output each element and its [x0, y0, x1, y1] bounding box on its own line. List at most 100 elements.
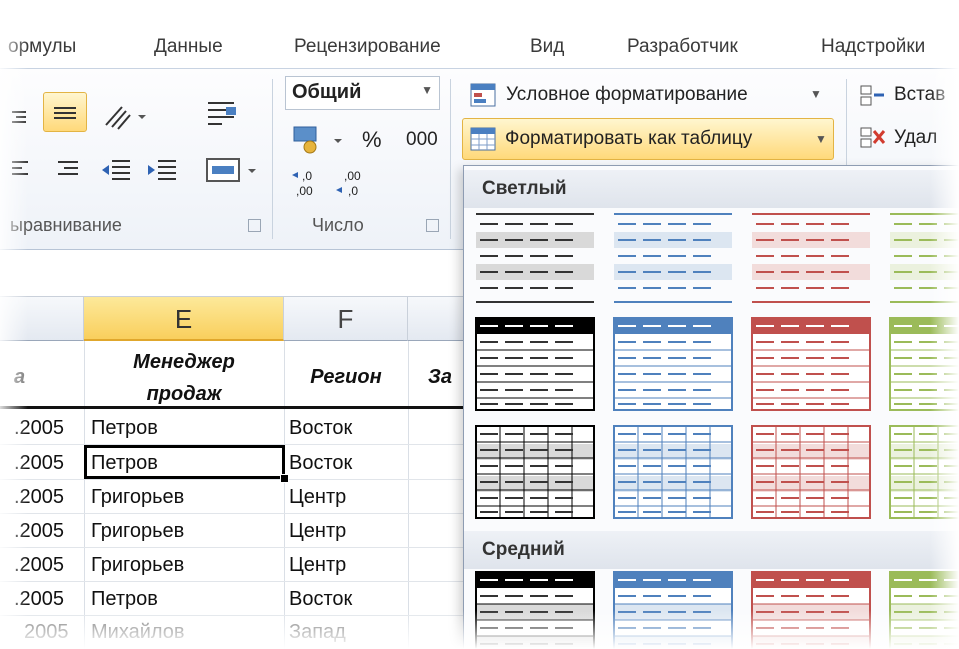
table-style-preview-icon [613, 317, 733, 411]
table-style-preview-icon [475, 317, 595, 411]
table-style-thumbnail[interactable] [612, 424, 734, 520]
date-cell[interactable]: .2005 [14, 588, 64, 611]
tab-review[interactable]: Рецензирование [294, 36, 441, 58]
region-cell[interactable]: Центр [289, 520, 346, 543]
increase-indent-icon[interactable] [146, 155, 180, 183]
tab-data[interactable]: Данные [154, 36, 223, 58]
number-format-dropdown[interactable]: Общий ▼ [285, 76, 440, 110]
format-as-table-label: Форматировать как таблицу [505, 128, 753, 149]
align-right-icon[interactable] [8, 107, 28, 129]
table-style-thumbnail[interactable] [474, 424, 596, 520]
table-style-preview-icon [475, 571, 595, 649]
alignment-group-label: ыравнивание [10, 215, 122, 235]
medium-section-header: Средний [464, 531, 959, 569]
excel-window: ормулы Данные Рецензирование Вид Разрабо… [0, 0, 959, 649]
region-cell[interactable]: Восток [289, 588, 352, 611]
text-orientation-icon[interactable] [100, 99, 150, 133]
merge-center-icon[interactable] [204, 155, 260, 185]
svg-text:,00: ,00 [344, 169, 361, 183]
alignment-launcher-icon[interactable] [248, 219, 261, 232]
light-section-header: Светлый [464, 170, 959, 208]
manager-cell[interactable]: Петров [91, 588, 158, 611]
date-cell[interactable]: .2005 [14, 486, 64, 509]
date-cell[interactable]: .2005 [14, 417, 64, 440]
align-middle-button[interactable] [43, 92, 87, 132]
grid-line [0, 513, 470, 514]
table-style-preview-icon [889, 571, 959, 649]
table-style-preview-icon [752, 213, 870, 303]
delete-cells-icon [860, 127, 886, 148]
manager-cell[interactable]: Михайлов [91, 621, 185, 644]
table-style-thumbnail[interactable] [474, 570, 596, 649]
table-style-thumbnail[interactable] [750, 210, 872, 306]
table-style-gallery: Светлый Средний [463, 165, 959, 649]
thousands-button[interactable]: 000 [406, 129, 438, 151]
column-header-e[interactable]: E [84, 297, 284, 341]
tab-formulas[interactable]: ормулы [8, 36, 76, 58]
manager-cell[interactable]: Григорьев [91, 486, 184, 509]
region-cell[interactable]: Восток [289, 452, 352, 475]
decrease-indent-icon[interactable] [100, 155, 134, 183]
date-cell[interactable]: .2005 [14, 554, 64, 577]
date-cell[interactable]: 2005 [24, 621, 69, 644]
region-cell[interactable]: Запад [289, 621, 346, 644]
align-right-text-icon[interactable] [54, 155, 82, 183]
table-style-thumbnail[interactable] [474, 316, 596, 412]
format-as-table-button[interactable]: Форматировать как таблицу ▼ [462, 118, 834, 160]
date-cell[interactable]: .2005 [14, 452, 64, 475]
region-cell[interactable]: Центр [289, 486, 346, 509]
table-style-thumbnail[interactable] [750, 424, 872, 520]
active-cell-selection[interactable] [84, 445, 285, 479]
wrap-text-icon[interactable] [204, 97, 240, 131]
table-style-thumbnail[interactable] [888, 316, 959, 412]
manager-cell[interactable]: Петров [91, 417, 158, 440]
tab-addins[interactable]: Надстройки [821, 36, 925, 58]
table-style-preview-icon [889, 317, 959, 411]
fill-handle[interactable] [280, 474, 289, 483]
conditional-formatting-button[interactable]: Условное форматирование [506, 84, 748, 106]
header-border [0, 406, 470, 409]
header-cell-d[interactable]: а [14, 366, 25, 389]
table-style-thumbnail[interactable] [888, 210, 959, 306]
currency-format-icon[interactable] [290, 123, 350, 157]
align-left-icon[interactable] [8, 155, 32, 183]
table-style-thumbnail[interactable] [750, 570, 872, 649]
table-style-thumbnail[interactable] [474, 210, 596, 306]
table-style-preview-icon [751, 571, 871, 649]
date-cell[interactable]: .2005 [14, 520, 64, 543]
tab-developer[interactable]: Разработчик [627, 36, 738, 58]
table-style-preview-icon [475, 425, 595, 519]
manager-cell[interactable]: Григорьев [91, 520, 184, 543]
column-header-d[interactable] [0, 297, 84, 341]
header-cell-g[interactable]: За [428, 366, 452, 389]
svg-text:,0: ,0 [302, 169, 312, 183]
table-style-preview-icon [614, 213, 732, 303]
table-style-thumbnail[interactable] [888, 424, 959, 520]
column-header-f[interactable]: F [284, 297, 408, 341]
manager-cell[interactable]: Григорьев [91, 554, 184, 577]
chevron-down-icon[interactable]: ▼ [810, 87, 822, 101]
column-header-g[interactable] [408, 297, 468, 341]
table-style-thumbnail[interactable] [888, 570, 959, 649]
delete-button[interactable]: Удал [894, 127, 937, 149]
group-separator [450, 79, 451, 239]
grid-line [408, 341, 409, 649]
table-style-thumbnail[interactable] [750, 316, 872, 412]
decrease-decimal-icon[interactable]: ,00 ,0 [334, 167, 370, 201]
chevron-down-icon: ▼ [421, 83, 433, 97]
percent-button[interactable]: % [362, 127, 382, 153]
table-style-thumbnail[interactable] [612, 210, 734, 306]
number-group-label: Число [312, 215, 364, 235]
insert-button[interactable]: Встав [894, 84, 945, 106]
header-cell-f[interactable]: Регион [288, 366, 404, 389]
increase-decimal-icon[interactable]: ,0 ,00 [290, 167, 326, 201]
ribbon-tabs: ормулы Данные Рецензирование Вид Разрабо… [0, 28, 959, 68]
table-style-thumbnail[interactable] [612, 316, 734, 412]
table-style-preview-icon [751, 317, 871, 411]
region-cell[interactable]: Центр [289, 554, 346, 577]
region-cell[interactable]: Восток [289, 417, 352, 440]
number-launcher-icon[interactable] [426, 219, 439, 232]
header-cell-e[interactable]: Менеджер продаж [86, 346, 282, 410]
table-style-thumbnail[interactable] [612, 570, 734, 649]
tab-view[interactable]: Вид [530, 36, 564, 58]
